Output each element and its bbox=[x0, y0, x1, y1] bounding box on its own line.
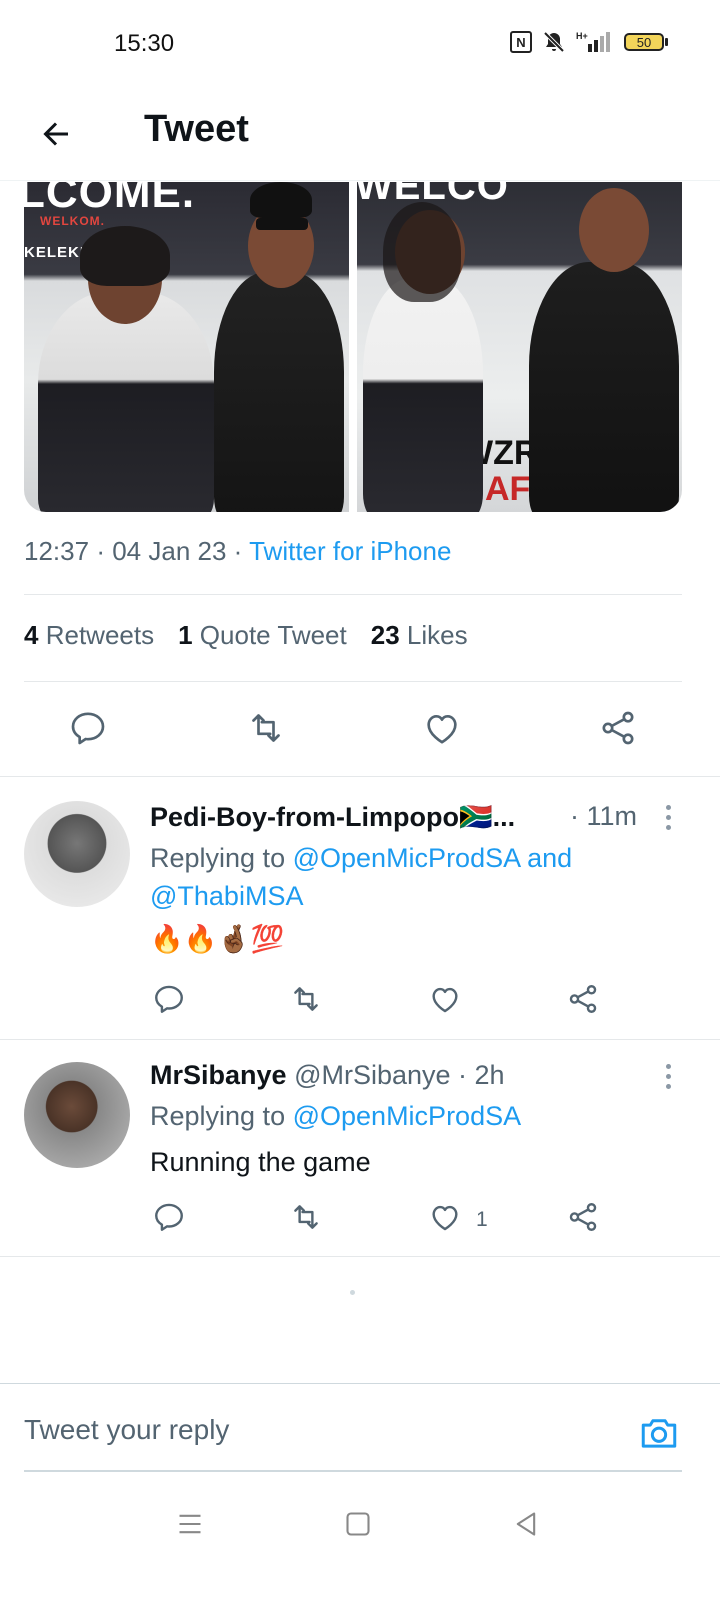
share-button[interactable] bbox=[566, 1200, 600, 1240]
comment-icon bbox=[68, 708, 108, 754]
like-button[interactable]: 1 bbox=[428, 1200, 488, 1240]
more-vertical-icon[interactable] bbox=[664, 1064, 672, 1089]
separator: · bbox=[96, 536, 105, 566]
photo-banner-text: LCOME. bbox=[24, 182, 196, 217]
likes-count: 23 bbox=[370, 620, 400, 650]
reply-tweet[interactable]: Pedi-Boy-from-Limpopo🇿🇦... · 11m Replyin… bbox=[0, 777, 720, 1039]
input-underline bbox=[24, 1470, 682, 1472]
reply-header: MrSibanye @MrSibanye · 2h bbox=[150, 1060, 505, 1091]
reply-time: · 2h bbox=[458, 1060, 505, 1090]
system-nav-bar bbox=[0, 1490, 720, 1600]
battery-level: 50 bbox=[624, 33, 664, 51]
arrow-left-icon bbox=[38, 116, 74, 157]
reply-author-handle: @MrSibanye bbox=[294, 1060, 451, 1090]
reply-author-name[interactable]: Pedi-Boy-from-Limpopo🇿🇦... bbox=[150, 802, 515, 832]
tweet-photo-1[interactable]: LCOME. WELKOM. KELEKIL bbox=[24, 182, 349, 512]
replying-to-link[interactable]: @OpenMicProdSA and bbox=[293, 843, 573, 873]
quotes-label: Quote Tweet bbox=[199, 620, 347, 650]
reply-text: 🔥🔥🤞🏾💯 bbox=[150, 924, 285, 954]
retweet-icon bbox=[244, 708, 288, 754]
replying-to-link[interactable]: @OpenMicProdSA bbox=[293, 1101, 522, 1131]
avatar[interactable] bbox=[24, 1062, 130, 1168]
replying-to: Replying to @OpenMicProdSA and bbox=[150, 843, 572, 874]
loading-indicator bbox=[350, 1290, 355, 1295]
reply-tweet[interactable]: MrSibanye @MrSibanye · 2h Replying to @O… bbox=[0, 1040, 720, 1256]
comment-icon bbox=[152, 1200, 186, 1240]
tweet-photo-2[interactable]: WELCO WZROOM AFRIKA bbox=[357, 182, 682, 512]
heart-icon bbox=[428, 1200, 462, 1240]
signal-icon: H+ bbox=[576, 30, 614, 54]
reply-input[interactable] bbox=[24, 1414, 584, 1446]
share-icon bbox=[566, 982, 600, 1022]
like-button[interactable] bbox=[428, 982, 476, 1022]
replying-to-link[interactable]: @ThabiMSA bbox=[150, 881, 303, 911]
page-title: Tweet bbox=[144, 108, 249, 150]
retweets-label: Retweets bbox=[45, 620, 155, 650]
divider bbox=[0, 1256, 720, 1257]
avatar[interactable] bbox=[24, 801, 130, 907]
retweet-icon bbox=[288, 1200, 324, 1240]
retweet-icon bbox=[288, 982, 324, 1022]
reply-text: Running the game bbox=[150, 1147, 371, 1177]
menu-nav-button[interactable] bbox=[176, 1510, 204, 1543]
battery-icon: 50 bbox=[624, 33, 668, 51]
share-button[interactable] bbox=[566, 982, 600, 1022]
comment-icon bbox=[152, 982, 186, 1022]
likes-stat[interactable]: 23 Likes bbox=[371, 620, 468, 651]
home-nav-button[interactable] bbox=[344, 1510, 372, 1543]
like-button[interactable] bbox=[422, 708, 462, 754]
camera-button[interactable] bbox=[638, 1412, 680, 1459]
heart-icon bbox=[422, 708, 462, 754]
status-bar: 15:30 N H+ 50 bbox=[0, 0, 720, 92]
heart-icon bbox=[428, 982, 462, 1022]
tweet-timestamp: 12:37 · 04 Jan 23 · Twitter for iPhone bbox=[24, 536, 451, 567]
menu-icon bbox=[176, 1514, 204, 1542]
replying-prefix: Replying to bbox=[150, 843, 286, 873]
more-vertical-icon[interactable] bbox=[664, 805, 672, 830]
tweet-stats: 4 Retweets 1 Quote Tweet 23 Likes bbox=[24, 620, 468, 651]
tweet-time: 12:37 bbox=[24, 536, 90, 566]
reply-header: Pedi-Boy-from-Limpopo🇿🇦... bbox=[150, 801, 515, 833]
retweet-button[interactable] bbox=[288, 982, 324, 1022]
replying-to: Replying to @OpenMicProdSA bbox=[150, 1101, 521, 1132]
divider bbox=[24, 681, 682, 682]
triangle-back-icon bbox=[512, 1512, 540, 1542]
status-time: 15:30 bbox=[114, 30, 175, 57]
retweets-count: 4 bbox=[24, 620, 39, 650]
tweet-source-link[interactable]: Twitter for iPhone bbox=[249, 536, 451, 566]
share-icon bbox=[566, 1200, 600, 1240]
bell-muted-icon bbox=[542, 30, 566, 54]
reply-time: · 11m bbox=[570, 801, 638, 831]
reply-button[interactable] bbox=[152, 982, 186, 1022]
camera-icon bbox=[638, 1419, 680, 1458]
nfc-icon: N bbox=[510, 31, 532, 53]
retweet-button[interactable] bbox=[288, 1200, 324, 1240]
top-bar: Tweet bbox=[0, 92, 720, 181]
tweet-media[interactable]: LCOME. WELKOM. KELEKIL WELCO WZROOM AFRI… bbox=[24, 182, 682, 512]
status-icons: N H+ 50 bbox=[510, 30, 668, 54]
share-button[interactable] bbox=[598, 708, 638, 754]
back-nav-button[interactable] bbox=[512, 1510, 540, 1543]
svg-text:H+: H+ bbox=[576, 31, 588, 41]
divider bbox=[24, 594, 682, 595]
photo-banner-text: WELKOM. bbox=[40, 214, 105, 228]
likes-label: Likes bbox=[406, 620, 468, 650]
reply-button[interactable] bbox=[68, 708, 108, 754]
retweets-stat[interactable]: 4 Retweets bbox=[24, 620, 154, 651]
replying-to-2: @ThabiMSA bbox=[150, 881, 303, 912]
back-button[interactable] bbox=[34, 114, 78, 158]
quotes-stat[interactable]: 1 Quote Tweet bbox=[178, 620, 347, 651]
separator: · bbox=[233, 536, 243, 566]
replying-prefix: Replying to bbox=[150, 1101, 286, 1131]
retweet-button[interactable] bbox=[244, 708, 288, 754]
reply-button[interactable] bbox=[152, 1200, 186, 1240]
tweet-date: 04 Jan 23 bbox=[112, 536, 227, 566]
reply-author-name[interactable]: MrSibanye bbox=[150, 1060, 287, 1090]
like-count: 1 bbox=[476, 1208, 488, 1231]
share-icon bbox=[598, 708, 638, 754]
quotes-count: 1 bbox=[178, 620, 193, 650]
reply-composer bbox=[0, 1383, 720, 1484]
square-icon bbox=[344, 1512, 372, 1542]
